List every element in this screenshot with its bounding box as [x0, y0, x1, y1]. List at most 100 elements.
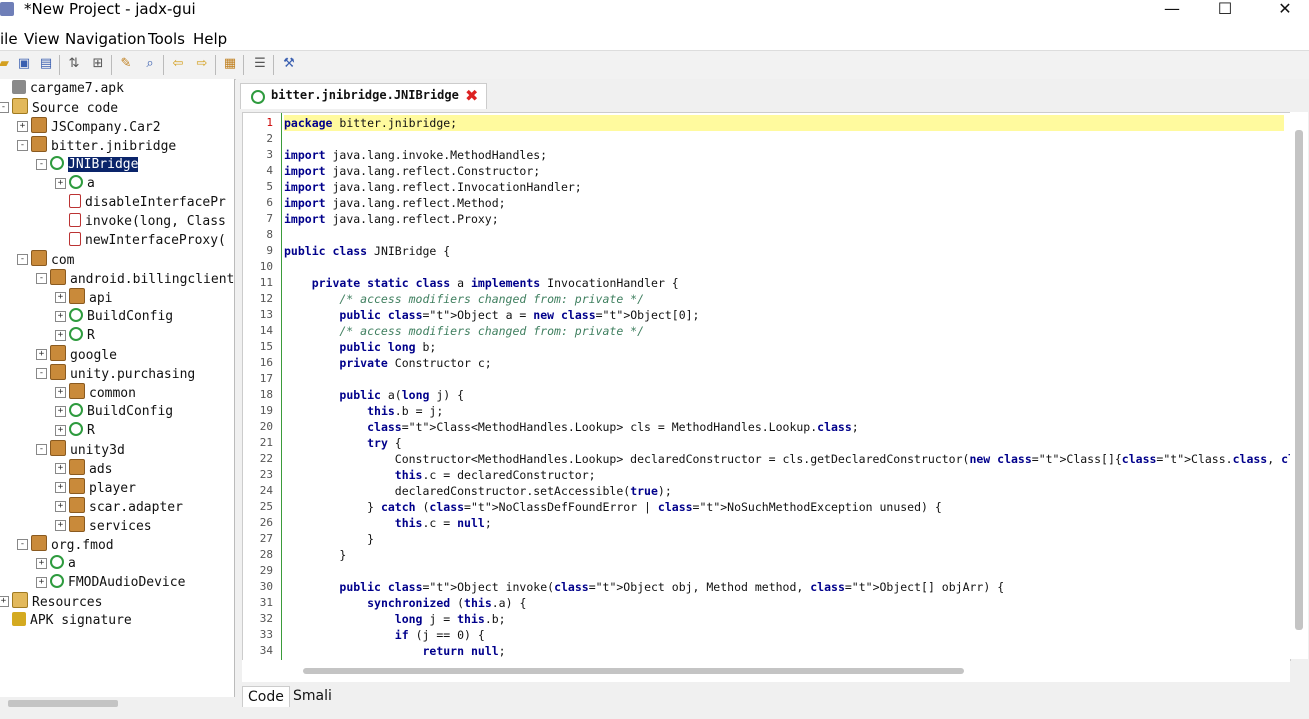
tree-node[interactable]: JNIBridge	[50, 155, 140, 174]
tree-node[interactable]: invoke(long, Class	[69, 212, 226, 231]
maximize-button[interactable]: ☐	[1210, 0, 1240, 20]
back-arrow-icon[interactable]: ⇦	[170, 56, 186, 72]
tree-node[interactable]: a	[69, 174, 95, 193]
expand-toggle[interactable]: +	[55, 406, 66, 417]
tree-node[interactable]: api	[69, 288, 112, 307]
horizontal-scroll-thumb[interactable]	[303, 668, 964, 674]
decompile-all-icon[interactable]: ▦	[222, 56, 238, 72]
open-file-icon[interactable]: ▰	[0, 56, 12, 72]
tree-node[interactable]: Resources	[12, 592, 102, 611]
expand-toggle[interactable]: +	[55, 311, 66, 322]
tree-node[interactable]: APK signature	[12, 611, 132, 630]
close-tab-icon[interactable]: ✖	[465, 86, 478, 105]
tree-horizontal-scrollbar[interactable]	[8, 700, 118, 707]
tree-node[interactable]: common	[69, 383, 136, 402]
package-icon	[50, 440, 66, 456]
tree-node[interactable]: JSCompany.Car2	[31, 117, 161, 136]
expand-toggle[interactable]: +	[55, 463, 66, 474]
tree-node[interactable]: unity3d	[50, 440, 125, 459]
tree-node[interactable]: com	[31, 250, 74, 269]
menu-help[interactable]: Help	[193, 30, 227, 48]
sync-tree-icon[interactable]: ⇅	[66, 56, 82, 72]
code-editor[interactable]: 1 2 3 4 5 6 7 8 9 10 11 12 13 14 15 16 17 18 19 20 21 22 23 24 2…	[242, 112, 1291, 661]
project-tree[interactable]: cargame7.apk - Source code + JSCompany.Car2 -…	[0, 79, 235, 697]
tree-node[interactable]: newInterfaceProxy(	[69, 231, 226, 250]
collapse-toggle[interactable]: -	[36, 368, 47, 379]
expand-toggle[interactable]: +	[36, 577, 47, 588]
tree-node[interactable]: bitter.jnibridge	[31, 136, 176, 155]
tree-node[interactable]: ads	[69, 459, 112, 478]
collapse-toggle[interactable]: -	[36, 444, 47, 455]
line-number: 30	[259, 580, 273, 593]
editor-horizontal-scrollbar[interactable]	[242, 660, 1290, 682]
tree-node[interactable]: R	[69, 421, 95, 440]
code-line: public long b;	[339, 340, 437, 354]
expand-toggle[interactable]: +	[55, 387, 66, 398]
tree-node[interactable]: R	[69, 326, 95, 345]
tree-node[interactable]: BuildConfig	[69, 402, 173, 421]
expand-toggle[interactable]: +	[0, 596, 9, 607]
expand-toggle[interactable]: +	[36, 349, 47, 360]
tree-node[interactable]: unity.purchasing	[50, 364, 195, 383]
tree-node-label: services	[89, 519, 152, 534]
tree-node-label: disableInterfacePr	[85, 195, 226, 210]
search-class-icon[interactable]: ⌕	[142, 56, 158, 72]
toolbar-separator	[243, 55, 244, 75]
tree-node[interactable]: android.billingclient	[50, 269, 234, 288]
expand-toggle[interactable]: +	[55, 520, 66, 531]
tab-smali[interactable]: Smali	[288, 686, 337, 706]
tree-node[interactable]: a	[50, 554, 76, 573]
menu-navigation[interactable]: Navigation	[65, 30, 146, 48]
tree-node[interactable]: scar.adapter	[69, 497, 183, 516]
tree-node[interactable]: FMODAudioDevice	[50, 573, 185, 592]
collapse-toggle[interactable]: -	[17, 140, 28, 151]
vertical-scroll-thumb[interactable]	[1295, 130, 1303, 630]
toolbar-separator	[111, 55, 112, 75]
expand-toggle[interactable]: +	[55, 330, 66, 341]
collapse-toggle[interactable]: -	[36, 159, 47, 170]
close-window-button[interactable]: ✕	[1270, 0, 1300, 20]
expand-toggle[interactable]: +	[55, 425, 66, 436]
collapse-toggle[interactable]: -	[17, 254, 28, 265]
tab-jnibridge[interactable]: bitter.jnibridge.JNIBridge ✖	[240, 83, 487, 109]
flatten-packages-icon[interactable]: ⊞	[90, 56, 106, 72]
expand-toggle[interactable]: +	[55, 292, 66, 303]
tree-node[interactable]: Source code	[12, 98, 118, 117]
tree-node-label: scar.adapter	[89, 500, 183, 515]
minimize-button[interactable]: —	[1157, 0, 1187, 20]
line-number: 34	[259, 644, 273, 657]
tree-node[interactable]: google	[50, 345, 117, 364]
tree-node-label: google	[70, 348, 117, 363]
collapse-toggle[interactable]: -	[36, 273, 47, 284]
tree-node[interactable]: services	[69, 516, 152, 535]
menu-tools[interactable]: Tools	[148, 30, 185, 48]
tree-node[interactable]: cargame7.apk	[12, 79, 124, 98]
expand-toggle[interactable]: +	[55, 501, 66, 512]
menu-file[interactable]: ile	[0, 30, 18, 48]
expand-toggle[interactable]: +	[55, 178, 66, 189]
search-text-icon[interactable]: ✎	[118, 56, 134, 72]
collapse-toggle[interactable]: -	[0, 102, 9, 113]
tab-code[interactable]: Code	[242, 686, 290, 707]
expand-toggle[interactable]: +	[17, 121, 28, 132]
package-icon	[31, 117, 47, 133]
editor-vertical-scrollbar[interactable]	[1290, 112, 1308, 659]
preferences-wrench-icon[interactable]: ⚒	[281, 56, 297, 72]
tree-node[interactable]: player	[69, 478, 136, 497]
menu-view[interactable]: View	[24, 30, 60, 48]
expand-toggle[interactable]: +	[55, 482, 66, 493]
forward-arrow-icon[interactable]: ⇨	[194, 56, 210, 72]
class-icon	[50, 156, 64, 170]
tree-node[interactable]: disableInterfacePr	[69, 193, 226, 212]
tree-node[interactable]: BuildConfig	[69, 307, 173, 326]
save-all-icon[interactable]: ▤	[38, 56, 54, 72]
collapse-toggle[interactable]: -	[17, 539, 28, 550]
tree-node-label: FMODAudioDevice	[68, 575, 186, 590]
code-line: return null;	[422, 644, 506, 658]
folder-icon	[12, 98, 28, 114]
tree-node[interactable]: org.fmod	[31, 535, 114, 554]
toolbar-separator	[215, 55, 216, 75]
expand-toggle[interactable]: +	[36, 558, 47, 569]
add-files-icon[interactable]: ▣	[16, 56, 32, 72]
log-viewer-icon[interactable]: ☰	[252, 56, 268, 72]
